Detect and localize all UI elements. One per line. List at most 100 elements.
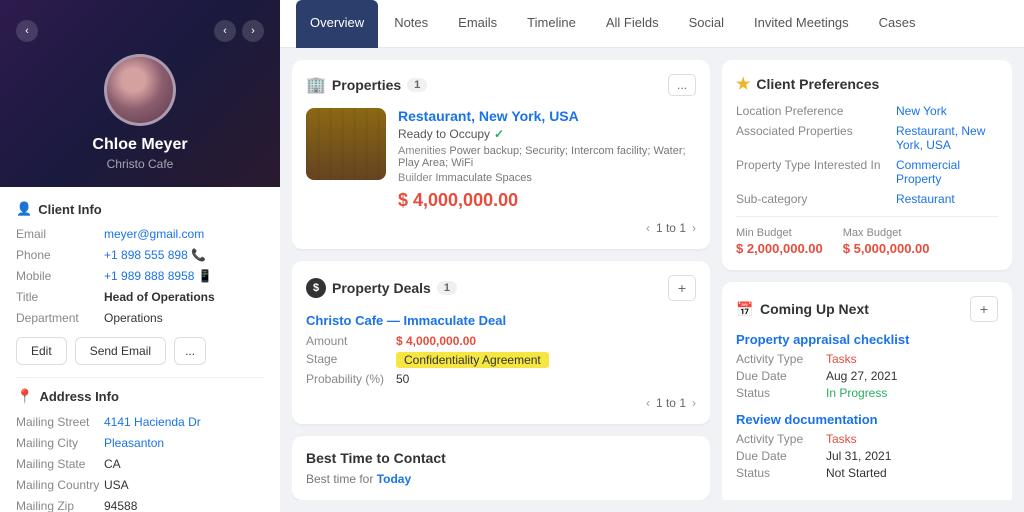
- activity-1-title[interactable]: Property appraisal checklist: [736, 332, 998, 347]
- phone-value[interactable]: +1 898 555 898 📞: [104, 248, 206, 262]
- activity-2-due-value: Jul 31, 2021: [826, 449, 891, 463]
- coming-up-add-button[interactable]: +: [970, 296, 998, 322]
- pref-subcat-value: Restaurant: [896, 192, 955, 206]
- best-time-row: Best time for Today: [306, 472, 696, 486]
- deals-pagination-text: 1 to 1: [656, 396, 686, 410]
- city-label: Mailing City: [16, 436, 104, 450]
- city-value: Pleasanton: [104, 436, 164, 450]
- edit-button[interactable]: Edit: [16, 337, 67, 365]
- tab-notes[interactable]: Notes: [380, 0, 442, 48]
- pref-assoc-row: Associated Properties Restaurant, New Yo…: [736, 124, 998, 152]
- street-value: 4141 Hacienda Dr: [104, 415, 201, 429]
- properties-pagination: ‹ 1 to 1 ›: [306, 221, 696, 235]
- address-section: 📍 Address Info Mailing Street 4141 Hacie…: [16, 388, 264, 512]
- activity-item-2: Review documentation Activity Type Tasks…: [736, 412, 998, 480]
- budget-row: Min Budget $ 2,000,000.00 Max Budget $ 5…: [736, 227, 998, 256]
- building-icon: 🏢: [306, 75, 326, 95]
- next-page-arrow[interactable]: ›: [692, 221, 696, 235]
- mobile-icon: 📱: [198, 269, 213, 283]
- deals-add-button[interactable]: +: [668, 275, 696, 301]
- tab-timeline[interactable]: Timeline: [513, 0, 590, 48]
- street-row: Mailing Street 4141 Hacienda Dr: [16, 415, 264, 429]
- activity-2-title[interactable]: Review documentation: [736, 412, 998, 427]
- max-budget: Max Budget $ 5,000,000.00: [843, 227, 930, 256]
- divider: [16, 377, 264, 378]
- email-row: Email meyer@gmail.com: [16, 227, 264, 241]
- send-email-button[interactable]: Send Email: [75, 337, 166, 365]
- max-budget-label: Max Budget: [843, 227, 930, 239]
- pref-assoc-value: Restaurant, New York, USA: [896, 124, 998, 152]
- dept-label: Department: [16, 311, 104, 325]
- prob-label: Probability (%): [306, 372, 396, 386]
- country-value: USA: [104, 478, 129, 492]
- dept-value: Operations: [104, 311, 163, 325]
- title-value: Head of Operations: [104, 290, 215, 304]
- activity-1-type-label: Activity Type: [736, 352, 826, 366]
- pref-location-value: New York: [896, 104, 947, 118]
- nav-arrows: ‹ ‹ ›: [16, 20, 264, 42]
- avatar: [104, 54, 176, 126]
- amount-value: $ 4,000,000.00: [396, 334, 476, 348]
- activity-1-due-value: Aug 27, 2021: [826, 369, 897, 383]
- property-details: Restaurant, New York, USA Ready to Occup…: [398, 108, 696, 211]
- street-label: Mailing Street: [16, 415, 104, 429]
- coming-up-title: 📅 Coming Up Next: [736, 300, 869, 318]
- zip-label: Mailing Zip: [16, 499, 104, 512]
- tab-social[interactable]: Social: [675, 0, 738, 48]
- activity-1-status-label: Status: [736, 386, 826, 400]
- deals-pagination: ‹ 1 to 1 ›: [306, 396, 696, 410]
- properties-more-button[interactable]: ...: [668, 74, 696, 96]
- coming-up-next-card: 📅 Coming Up Next + Property appraisal ch…: [722, 282, 1012, 500]
- client-preferences-card: ★ Client Preferences Location Preference…: [722, 60, 1012, 270]
- deals-count: 1: [437, 281, 457, 295]
- main-content: Overview Notes Emails Timeline All Field…: [280, 0, 1024, 512]
- client-pref-header: ★ Client Preferences: [736, 74, 998, 94]
- tab-cases[interactable]: Cases: [865, 0, 930, 48]
- phone-label: Phone: [16, 248, 104, 262]
- tab-allfields[interactable]: All Fields: [592, 0, 673, 48]
- property-amenities: Amenities Power backup; Security; Interc…: [398, 145, 696, 169]
- title-label: Title: [16, 290, 104, 304]
- property-name[interactable]: Restaurant, New York, USA: [398, 108, 696, 124]
- prev-page-arrow[interactable]: ‹: [646, 221, 650, 235]
- deal-name[interactable]: Christo Cafe — Immaculate Deal: [306, 313, 696, 328]
- client-info-icon: 👤: [16, 201, 32, 217]
- activity-1-type-row: Activity Type Tasks: [736, 352, 998, 366]
- best-time-title: Best Time to Contact: [306, 450, 696, 466]
- activity-2-status-value: Not Started: [826, 466, 887, 480]
- profile-company: Christo Cafe: [16, 157, 264, 171]
- phone-row: Phone +1 898 555 898 📞: [16, 248, 264, 262]
- more-button[interactable]: ...: [174, 337, 206, 365]
- email-value[interactable]: meyer@gmail.com: [104, 227, 204, 241]
- today-link[interactable]: Today: [377, 472, 411, 486]
- state-label: Mailing State: [16, 457, 104, 471]
- pin-icon: 📍: [16, 388, 33, 405]
- next-button[interactable]: ›: [242, 20, 264, 42]
- tab-overview[interactable]: Overview: [296, 0, 378, 48]
- pref-proptype-row: Property Type Interested In Commercial P…: [736, 158, 998, 186]
- deal-stage-row: Stage Confidentiality Agreement: [306, 352, 696, 368]
- tab-invited-meetings[interactable]: Invited Meetings: [740, 0, 863, 48]
- pref-location-label: Location Preference: [736, 104, 896, 118]
- tab-emails[interactable]: Emails: [444, 0, 511, 48]
- left-panel: ‹ ‹ › Chloe Meyer Christo Cafe 👤 Client …: [0, 0, 280, 512]
- deal-item: Christo Cafe — Immaculate Deal Amount $ …: [306, 313, 696, 386]
- deals-card-header: $ Property Deals 1 +: [306, 275, 696, 301]
- mobile-value[interactable]: +1 989 888 8958 📱: [104, 269, 213, 283]
- deals-prev-arrow[interactable]: ‹: [646, 396, 650, 410]
- content-area: 🏢 Properties 1 ... Restaurant, New York,…: [280, 48, 1024, 512]
- prev-button[interactable]: ‹: [214, 20, 236, 42]
- activity-1-status-row: Status In Progress: [736, 386, 998, 400]
- activity-2-due-row: Due Date Jul 31, 2021: [736, 449, 998, 463]
- best-time-card: Best Time to Contact Best time for Today: [292, 436, 710, 500]
- deals-title: $ Property Deals 1: [306, 278, 457, 298]
- activity-2-type-row: Activity Type Tasks: [736, 432, 998, 446]
- pref-divider: [736, 216, 998, 217]
- min-budget-label: Min Budget: [736, 227, 823, 239]
- star-icon: ★: [736, 74, 750, 94]
- state-value: CA: [104, 457, 121, 471]
- activity-1-type-value: Tasks: [826, 352, 857, 366]
- deals-next-arrow[interactable]: ›: [692, 396, 696, 410]
- back-button[interactable]: ‹: [16, 20, 38, 42]
- stage-badge: Confidentiality Agreement: [396, 352, 549, 368]
